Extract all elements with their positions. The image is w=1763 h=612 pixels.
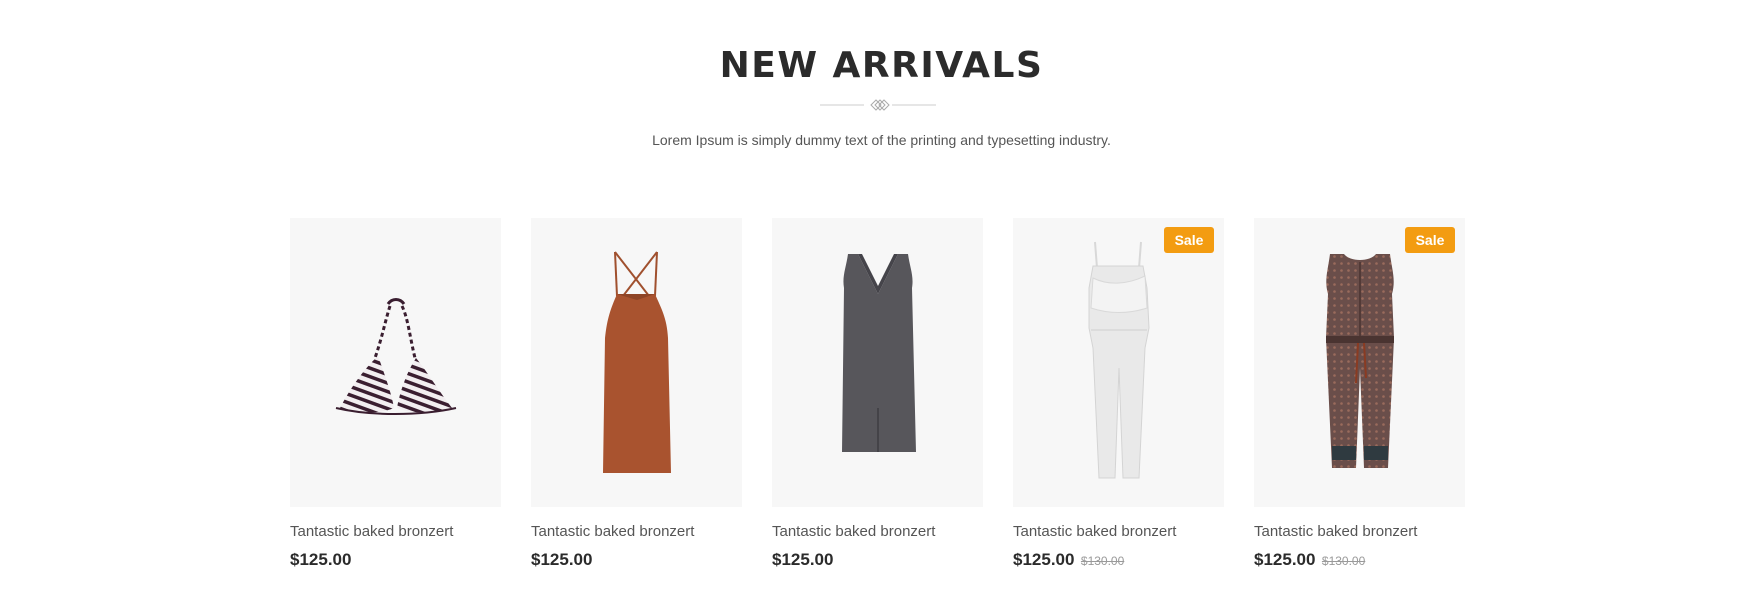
product-name[interactable]: Tantastic baked bronzert (772, 523, 935, 541)
product-price: $125.00 (1013, 550, 1075, 569)
product-card[interactable]: Tantastic baked bronzert $125.00 (531, 218, 742, 578)
price-row: $125.00 $130.00 (1013, 550, 1124, 571)
rust-slip-dress-icon (603, 251, 671, 473)
product-image[interactable] (772, 218, 983, 507)
price-row: $125.00 (531, 550, 592, 571)
price-row: $125.00 (290, 550, 351, 571)
product-price: $125.00 (290, 550, 352, 569)
product-price: $125.00 (772, 550, 834, 569)
price-row: $125.00 (772, 550, 833, 571)
product-image[interactable]: Sale (1013, 218, 1224, 507)
product-name[interactable]: Tantastic baked bronzert (1013, 523, 1176, 541)
grey-v-neck-dress-icon (842, 254, 916, 452)
product-price: $125.00 (531, 550, 593, 569)
price-row: $125.00 $130.00 (1254, 550, 1365, 571)
product-image[interactable] (531, 218, 742, 507)
product-card[interactable]: Tantastic baked bronzert $125.00 (290, 218, 501, 578)
product-card[interactable]: Tantastic baked bronzert $125.00 (772, 218, 983, 578)
product-card[interactable]: Sale Tantastic baked bronzert $125.00 $1… (1254, 218, 1465, 578)
bikini-top-icon (335, 298, 457, 415)
product-name[interactable]: Tantastic baked bronzert (290, 523, 453, 541)
product-image[interactable]: Sale (1254, 218, 1465, 507)
sale-badge: Sale (1164, 227, 1214, 253)
product-card[interactable]: Sale Tantastic baked bronzert $125.00 $1… (1013, 218, 1224, 578)
product-image[interactable] (290, 218, 501, 507)
product-grid: Tantastic baked bronzert $125.00 Tantast… (290, 218, 1474, 578)
product-price: $125.00 (1254, 550, 1316, 569)
section-title: NEW ARRIVALS (719, 45, 1044, 86)
white-jumpsuit-icon (1088, 241, 1150, 479)
product-old-price: $130.00 (1321, 554, 1366, 568)
section-subtitle: Lorem Ipsum is simply dummy text of the … (652, 132, 1111, 148)
product-name[interactable]: Tantastic baked bronzert (1254, 523, 1417, 541)
product-name[interactable]: Tantastic baked bronzert (531, 523, 694, 541)
product-old-price: $130.00 (1080, 554, 1125, 568)
patterned-jumpsuit-icon (1326, 254, 1394, 468)
diamond-divider-icon (820, 99, 936, 111)
sale-badge: Sale (1405, 227, 1455, 253)
